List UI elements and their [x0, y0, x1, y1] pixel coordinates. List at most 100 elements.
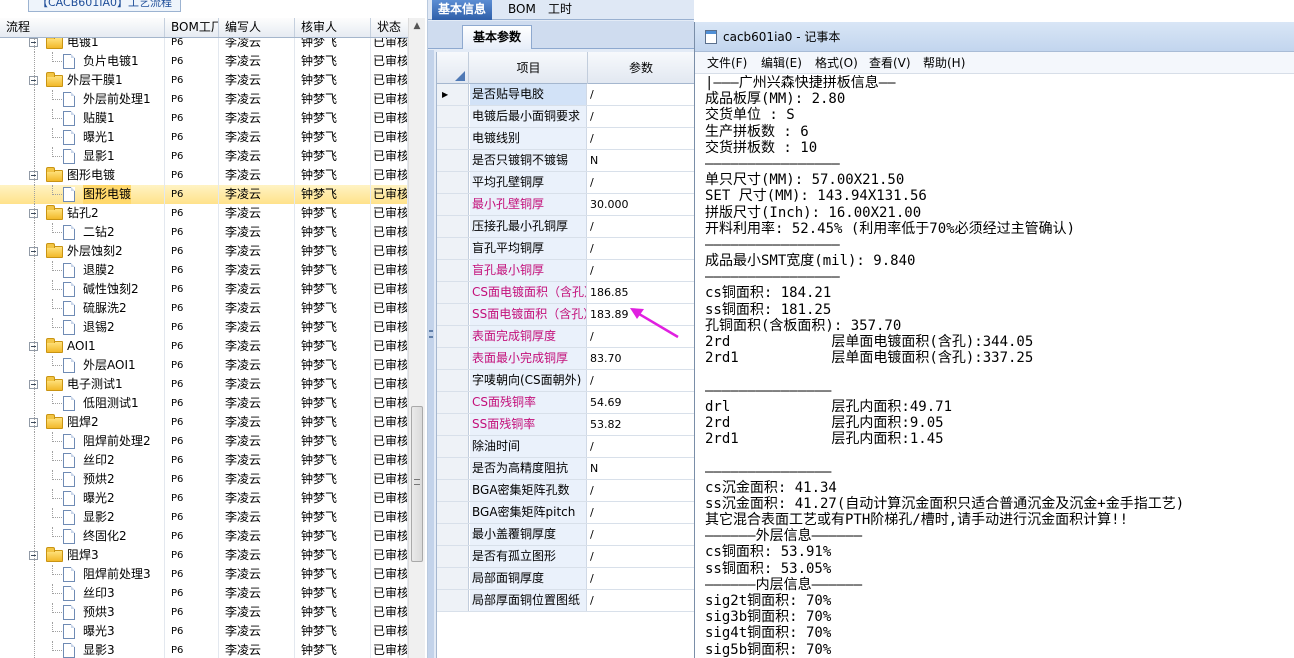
- row-header[interactable]: [437, 150, 469, 171]
- param-value[interactable]: /: [588, 216, 694, 237]
- grid-corner-icon[interactable]: [437, 52, 469, 84]
- tree-node[interactable]: 阻焊3: [0, 546, 165, 565]
- col-header-author[interactable]: 编写人: [219, 18, 295, 37]
- tree-node[interactable]: 钻孔2: [0, 204, 165, 223]
- param-value[interactable]: /: [588, 106, 694, 127]
- tree-folder-row[interactable]: 图形电镀 P6 李凌云 钟梦飞 已审核: [0, 166, 408, 185]
- param-row[interactable]: 电镀后最小面铜要求 /: [437, 106, 694, 128]
- param-row[interactable]: BGA密集矩阵pitch /: [437, 502, 694, 524]
- row-header[interactable]: [437, 414, 469, 435]
- tree-step-row[interactable]: 预烘2 P6 李凌云 钟梦飞 已审核: [0, 470, 408, 489]
- tree-step-row[interactable]: 阻焊前处理3 P6 李凌云 钟梦飞 已审核: [0, 565, 408, 584]
- param-value[interactable]: /: [588, 84, 694, 105]
- tree-step-row[interactable]: 丝印3 P6 李凌云 钟梦飞 已审核: [0, 584, 408, 603]
- col-header-value[interactable]: 参数: [588, 52, 694, 84]
- param-value[interactable]: /: [588, 502, 694, 523]
- tree-node[interactable]: 外层AOI1: [0, 356, 165, 375]
- tree-node[interactable]: 负片电镀1: [0, 52, 165, 71]
- tree-node[interactable]: 硫脲洗2: [0, 299, 165, 318]
- param-value[interactable]: 54.69: [588, 392, 694, 413]
- tree-node[interactable]: 显影2: [0, 508, 165, 527]
- param-value[interactable]: /: [588, 436, 694, 457]
- menu-edit[interactable]: 编辑(E): [761, 52, 802, 74]
- row-header[interactable]: [437, 546, 469, 567]
- col-header-process[interactable]: 流程: [0, 18, 165, 37]
- row-header[interactable]: [437, 590, 469, 611]
- tab-work-hours[interactable]: 工时: [542, 0, 578, 20]
- tree-step-row[interactable]: 显影1 P6 李凌云 钟梦飞 已审核: [0, 147, 408, 166]
- tree-step-row[interactable]: 退膜2 P6 李凌云 钟梦飞 已审核: [0, 261, 408, 280]
- panel-splitter[interactable]: [428, 50, 434, 658]
- row-header[interactable]: [437, 304, 469, 325]
- param-value[interactable]: /: [588, 260, 694, 281]
- param-value[interactable]: 186.85: [588, 282, 694, 303]
- tree-step-row[interactable]: 预烘3 P6 李凌云 钟梦飞 已审核: [0, 603, 408, 622]
- param-value[interactable]: /: [588, 238, 694, 259]
- row-header[interactable]: [437, 436, 469, 457]
- row-header[interactable]: [437, 106, 469, 127]
- tree-node[interactable]: 外层蚀刻2: [0, 242, 165, 261]
- param-row[interactable]: 压接孔最小孔铜厚 /: [437, 216, 694, 238]
- tree-folder-row[interactable]: 阻焊2 P6 李凌云 钟梦飞 已审核: [0, 413, 408, 432]
- tree-step-row[interactable]: 低阻测试1 P6 李凌云 钟梦飞 已审核: [0, 394, 408, 413]
- row-header[interactable]: [437, 194, 469, 215]
- tree-step-row[interactable]: 显影3 P6 李凌云 钟梦飞 已审核: [0, 641, 408, 658]
- row-header[interactable]: [437, 568, 469, 589]
- tree-scrollbar[interactable]: ▲: [408, 18, 425, 658]
- tree-node[interactable]: 阻焊前处理3: [0, 565, 165, 584]
- param-row[interactable]: 是否有孤立图形 /: [437, 546, 694, 568]
- tree-node[interactable]: 曝光1: [0, 128, 165, 147]
- param-value[interactable]: /: [588, 568, 694, 589]
- tree-node[interactable]: 显影1: [0, 147, 165, 166]
- param-row[interactable]: ▶ 是否贴导电胶 /: [437, 84, 694, 106]
- notepad-text-area[interactable]: |———广州兴森快捷拼板信息—— 成品板厚(MM): 2.80 交货单位 : S 生产…: [695, 75, 1294, 658]
- row-header[interactable]: [437, 260, 469, 281]
- param-row[interactable]: 盲孔最小铜厚 /: [437, 260, 694, 282]
- param-row[interactable]: 除油时间 /: [437, 436, 694, 458]
- tree-node[interactable]: 二钻2: [0, 223, 165, 242]
- tree-step-row[interactable]: 阻焊前处理2 P6 李凌云 钟梦飞 已审核: [0, 432, 408, 451]
- param-row[interactable]: 最小孔壁铜厚 30.000: [437, 194, 694, 216]
- param-value[interactable]: 53.82: [588, 414, 694, 435]
- param-value[interactable]: /: [588, 128, 694, 149]
- row-header[interactable]: [437, 524, 469, 545]
- row-header[interactable]: [437, 480, 469, 501]
- row-header[interactable]: [437, 348, 469, 369]
- tree-node[interactable]: 外层干膜1: [0, 71, 165, 90]
- tree-folder-row[interactable]: 外层蚀刻2 P6 李凌云 钟梦飞 已审核: [0, 242, 408, 261]
- tree-node[interactable]: 终固化2: [0, 527, 165, 546]
- tree-step-row[interactable]: 硫脲洗2 P6 李凌云 钟梦飞 已审核: [0, 299, 408, 318]
- tree-node[interactable]: 显影3: [0, 641, 165, 658]
- scroll-up-arrow-icon[interactable]: ▲: [409, 18, 425, 35]
- menu-help[interactable]: 帮助(H): [923, 52, 965, 74]
- tree-node[interactable]: 阻焊2: [0, 413, 165, 432]
- tree-node[interactable]: 丝印2: [0, 451, 165, 470]
- param-row[interactable]: 局部厚面铜位置图纸 /: [437, 590, 694, 612]
- tree-node[interactable]: 图形电镀: [0, 166, 165, 185]
- tree-node[interactable]: 低阻测试1: [0, 394, 165, 413]
- row-header[interactable]: [437, 392, 469, 413]
- param-row[interactable]: 表面最小完成铜厚 83.70: [437, 348, 694, 370]
- param-value[interactable]: /: [588, 172, 694, 193]
- tree-node[interactable]: 曝光3: [0, 622, 165, 641]
- tree-step-row[interactable]: 二钻2 P6 李凌云 钟梦飞 已审核: [0, 223, 408, 242]
- tree-node[interactable]: 电镀1: [0, 38, 165, 52]
- current-row-indicator-icon[interactable]: ▶: [437, 84, 469, 105]
- tree-node[interactable]: 退膜2: [0, 261, 165, 280]
- tree-node[interactable]: 退锡2: [0, 318, 165, 337]
- param-value[interactable]: /: [588, 370, 694, 391]
- param-value[interactable]: /: [588, 590, 694, 611]
- col-header-reviewer[interactable]: 核审人: [295, 18, 371, 37]
- param-row[interactable]: BGA密集矩阵孔数 /: [437, 480, 694, 502]
- param-row[interactable]: 字唛朝向(CS面朝外) /: [437, 370, 694, 392]
- tree-folder-row[interactable]: 阻焊3 P6 李凌云 钟梦飞 已审核: [0, 546, 408, 565]
- col-header-item[interactable]: 项目: [470, 52, 588, 84]
- col-header-bom[interactable]: BOM工厂: [165, 18, 219, 37]
- param-row[interactable]: 最小盖覆铜厚度 /: [437, 524, 694, 546]
- scrollbar-thumb[interactable]: [411, 406, 423, 562]
- param-value[interactable]: 30.000: [588, 194, 694, 215]
- tree-step-row[interactable]: 曝光3 P6 李凌云 钟梦飞 已审核: [0, 622, 408, 641]
- param-row[interactable]: CS面残铜率 54.69: [437, 392, 694, 414]
- param-value[interactable]: /: [588, 480, 694, 501]
- tree-node[interactable]: AOI1: [0, 337, 165, 356]
